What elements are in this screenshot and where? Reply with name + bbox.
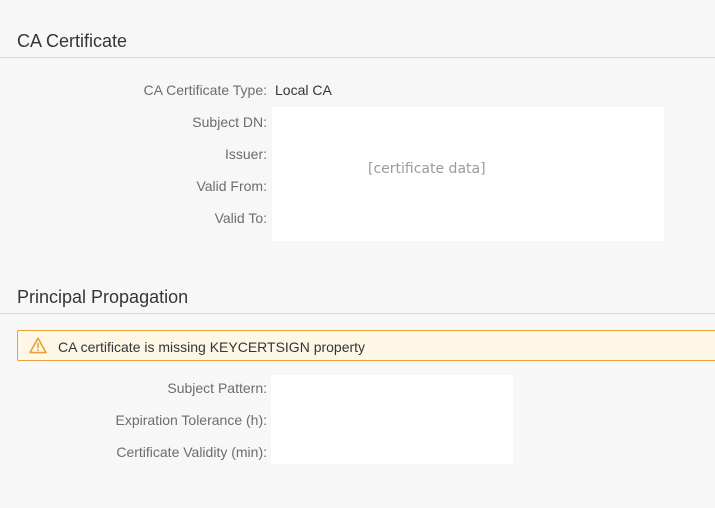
ca-certificate-type-label: CA Certificate Type: [143, 82, 267, 98]
propagation-values-redaction [271, 375, 513, 464]
valid-from-label: Valid From: [196, 178, 267, 194]
warning-triangle-icon [29, 337, 47, 354]
warning-message: CA certificate is missing KEYCERTSIGN pr… [58, 339, 366, 355]
subject-dn-label: Subject DN: [192, 114, 267, 130]
issuer-label: Issuer: [224, 146, 267, 162]
valid-to-label: Valid To: [214, 210, 267, 226]
subject-pattern-label: Subject Pattern: [167, 380, 267, 396]
ca-certificate-divider [0, 57, 715, 58]
ca-certificate-title: CA Certificate [17, 31, 128, 51]
principal-propagation-title: Principal Propagation [17, 287, 189, 307]
keycertsign-warning-banner: CA certificate is missing KEYCERTSIGN pr… [17, 330, 715, 361]
ca-certificate-type-value: Local CA [275, 82, 332, 98]
certificate-validity-label: Certificate Validity (min): [116, 444, 267, 460]
expiration-tolerance-label: Expiration Tolerance (h): [115, 412, 267, 428]
principal-propagation-divider [0, 313, 715, 314]
certificate-data-placeholder: [certificate data] [368, 161, 486, 177]
